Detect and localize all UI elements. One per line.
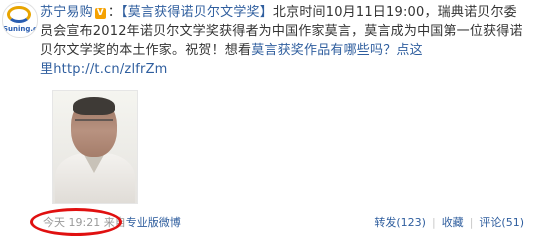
post-line-3: 贝尔文学奖的本土作家。祝贺！想看莫言获奖作品有哪些吗？点这 — [40, 41, 528, 60]
post-actions: 转发(123) | 收藏 | 评论(51) — [374, 214, 524, 232]
author-link[interactable]: 苏宁易购 — [40, 5, 93, 20]
post-photo[interactable] — [52, 90, 138, 204]
post-text-2: 员会宣布2012年诺贝尔文学奖获得者为中国作家莫言，莫言成为中国第一位获得诺 — [40, 24, 523, 39]
highlight-circle — [30, 208, 122, 236]
post-text-3: 贝尔文学奖的本土作家。祝贺！想看 — [40, 43, 252, 58]
photo-hair-shape — [73, 97, 115, 115]
title-link[interactable]: 【莫言获得诺贝尔文学奖】 — [121, 5, 273, 20]
works-link-end[interactable]: 里 — [40, 62, 53, 77]
photo-glasses-shape — [75, 119, 113, 127]
post-body: 苏宁易购 V ：【莫言获得诺贝尔文学奖】北京时间10月11日19:00，瑞典诺贝尔委… — [40, 3, 528, 79]
author-colon: ： — [107, 5, 122, 20]
verified-icon[interactable]: V — [94, 8, 106, 19]
post-text-1: 北京时间10月11日19:00，瑞典诺贝尔委 — [272, 5, 517, 20]
repost-button[interactable]: 转发(123) — [374, 216, 426, 229]
brand-logo-icon — [7, 6, 31, 23]
works-link[interactable]: 莫言获奖作品有哪些吗？点这 — [251, 43, 423, 58]
post-line-4: 里http://t.cn/zlfrZm — [40, 60, 528, 79]
comment-button[interactable]: 评论(51) — [479, 216, 524, 229]
post-line-1: 苏宁易购 V ：【莫言获得诺贝尔文学奖】北京时间10月11日19:00，瑞典诺贝尔委 — [40, 3, 528, 22]
avatar-brand-label: Suning.com — [3, 25, 38, 33]
action-separator: | — [431, 216, 436, 229]
action-separator: | — [469, 216, 474, 229]
favorite-button[interactable]: 收藏 — [442, 216, 464, 229]
short-url-link[interactable]: http://t.cn/zlfrZm — [53, 62, 167, 77]
source-link[interactable]: 专业版微博 — [126, 216, 181, 229]
avatar[interactable]: Suning.com — [2, 2, 38, 38]
post-line-2: 员会宣布2012年诺贝尔文学奖获得者为中国作家莫言，莫言成为中国第一位获得诺 — [40, 22, 528, 41]
